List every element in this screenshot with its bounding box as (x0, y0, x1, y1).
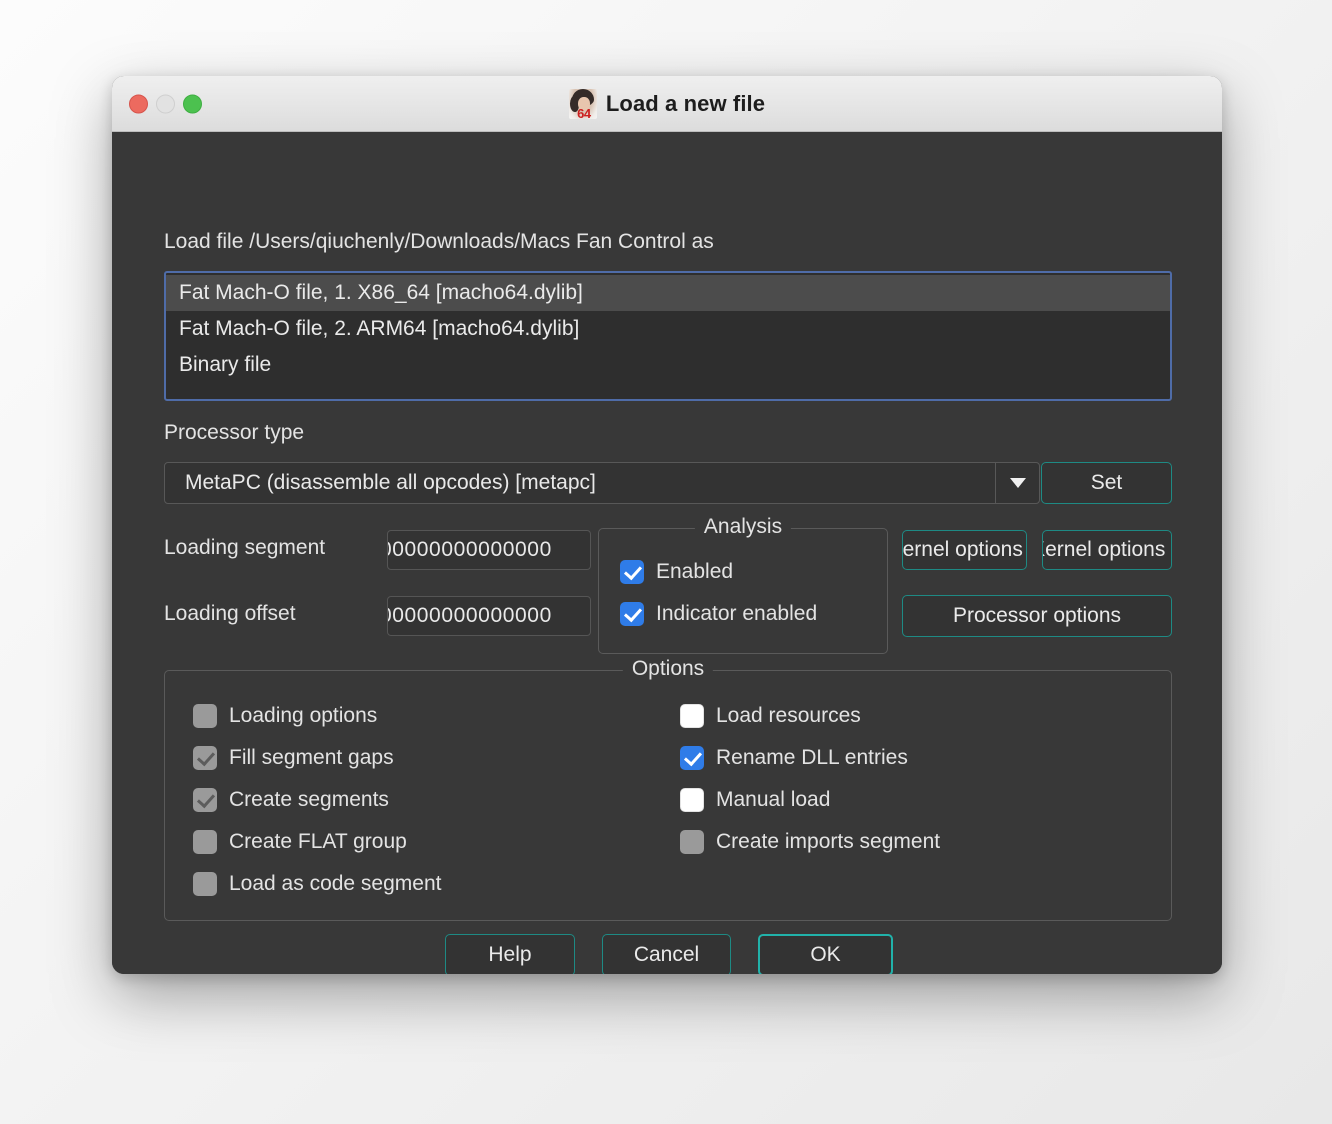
checkbox-indicator-enabled[interactable] (620, 602, 644, 626)
processor-type-value: MetaPC (disassemble all opcodes) [metapc… (185, 471, 596, 494)
traffic-light-group (129, 94, 202, 113)
analysis-groupbox: Analysis Enabled Indicator enabled (598, 515, 888, 654)
checkbox-row-analysis-enabled[interactable]: Enabled (620, 551, 817, 593)
maximize-window-button[interactable] (183, 94, 202, 113)
processor-options-button[interactable]: Processor options (902, 595, 1172, 637)
options-groupbox: Options Loading options Fill segment gap… (164, 657, 1172, 921)
list-item[interactable]: Fat Mach-O file, 1. X86_64 [macho64.dyli… (166, 275, 1170, 311)
set-button[interactable]: Set (1041, 462, 1172, 504)
checkbox-label: Enabled (656, 560, 734, 583)
checkbox-row-loading-options[interactable]: Loading options (193, 695, 441, 737)
kernel-options-1-button[interactable]: Kernel options 1 (902, 530, 1027, 570)
checkbox-label: Rename DLL entries (716, 746, 908, 769)
analysis-group-title: Analysis (694, 515, 792, 539)
ida-logo-icon: 64 (568, 88, 597, 119)
loading-offset-label: Loading offset (164, 602, 296, 625)
close-window-button[interactable] (129, 94, 148, 113)
list-item[interactable]: Fat Mach-O file, 2. ARM64 [macho64.dylib… (166, 311, 1170, 347)
window-titlebar: 64 Load a new file (112, 76, 1222, 132)
file-type-listbox[interactable]: Fat Mach-O file, 1. X86_64 [macho64.dyli… (164, 271, 1172, 401)
loading-segment-value: 0x0000000000000000 (388, 538, 552, 561)
checkbox-create-segments[interactable] (193, 788, 217, 812)
checkbox-load-as-code-segment[interactable] (193, 872, 217, 896)
checkbox-fill-segment-gaps[interactable] (193, 746, 217, 770)
checkbox-label: Create segments (229, 788, 389, 811)
checkbox-label: Create imports segment (716, 830, 941, 853)
load-file-label: Load file /Users/qiuchenly/Downloads/Mac… (164, 230, 714, 253)
checkbox-analysis-enabled[interactable] (620, 560, 644, 584)
help-button[interactable]: Help (445, 934, 575, 974)
kernel-options-2-button[interactable]: Kernel options 2 (1042, 530, 1172, 570)
cancel-button[interactable]: Cancel (602, 934, 731, 974)
checkbox-row-rename-dll-entries[interactable]: Rename DLL entries (680, 737, 940, 779)
checkbox-create-flat-group[interactable] (193, 830, 217, 854)
checkbox-loading-options[interactable] (193, 704, 217, 728)
checkbox-label: Manual load (716, 788, 831, 811)
ok-button[interactable]: OK (758, 934, 893, 974)
list-item[interactable]: Binary file (166, 347, 1170, 383)
checkbox-row-manual-load[interactable]: Manual load (680, 779, 940, 821)
checkbox-row-create-segments[interactable]: Create segments (193, 779, 441, 821)
load-a-new-file-window: 64 Load a new file Load file /Users/qiuc… (112, 76, 1222, 974)
processor-type-label: Processor type (164, 421, 305, 444)
chevron-down-icon[interactable] (995, 463, 1039, 503)
checkbox-label: Fill segment gaps (229, 746, 394, 769)
window-title: Load a new file (605, 90, 766, 116)
checkbox-row-fill-segment-gaps[interactable]: Fill segment gaps (193, 737, 441, 779)
checkbox-label: Load resources (716, 704, 861, 727)
minimize-window-button[interactable] (156, 94, 175, 113)
options-group-title: Options (622, 657, 714, 681)
checkbox-row-load-as-code-segment[interactable]: Load as code segment (193, 863, 441, 905)
checkbox-create-imports-segment[interactable] (680, 830, 704, 854)
analysis-checkbox-list: Enabled Indicator enabled (620, 551, 817, 635)
checkbox-label: Load as code segment (229, 872, 442, 895)
checkbox-rename-dll-entries[interactable] (680, 746, 704, 770)
checkbox-row-load-resources[interactable]: Load resources (680, 695, 940, 737)
checkbox-row-indicator-enabled[interactable]: Indicator enabled (620, 593, 817, 635)
checkbox-label: Create FLAT group (229, 830, 407, 853)
loading-offset-input[interactable]: 0x0000000000000000 (387, 596, 591, 636)
loading-segment-input[interactable]: 0x0000000000000000 (387, 530, 591, 570)
window-title-wrap: 64 Load a new file (568, 88, 766, 119)
checkbox-row-create-imports-segment[interactable]: Create imports segment (680, 821, 940, 863)
loading-segment-label: Loading segment (164, 536, 326, 559)
options-right-column: Load resources Rename DLL entries Manual… (680, 695, 940, 863)
checkbox-manual-load[interactable] (680, 788, 704, 812)
dialog-body: Load file /Users/qiuchenly/Downloads/Mac… (112, 132, 1222, 974)
checkbox-row-create-flat-group[interactable]: Create FLAT group (193, 821, 441, 863)
options-left-column: Loading options Fill segment gaps Create… (193, 695, 441, 905)
checkbox-label: Indicator enabled (656, 602, 818, 625)
checkbox-label: Loading options (229, 704, 378, 727)
processor-type-combobox[interactable]: MetaPC (disassemble all opcodes) [metapc… (164, 462, 1040, 504)
loading-offset-value: 0x0000000000000000 (388, 604, 552, 627)
checkbox-load-resources[interactable] (680, 704, 704, 728)
